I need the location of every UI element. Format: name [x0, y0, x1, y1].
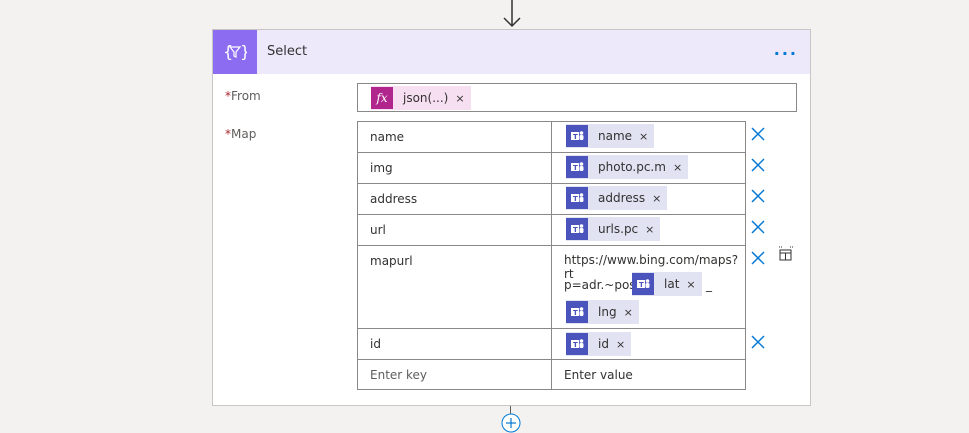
map-key-input[interactable]: id — [370, 337, 381, 351]
token-remove-icon[interactable]: × — [649, 192, 667, 205]
token-remove-icon[interactable]: × — [683, 278, 701, 291]
teams-icon: T — [566, 156, 588, 178]
token-remove-icon[interactable]: × — [636, 130, 654, 143]
svg-text:T: T — [573, 133, 578, 141]
map-key-input[interactable]: name — [370, 130, 404, 144]
teams-icon: T — [632, 273, 654, 295]
delete-row-icon[interactable] — [751, 158, 765, 172]
token-remove-icon[interactable]: × — [621, 306, 639, 319]
switch-to-text-mode-icon[interactable] — [778, 246, 794, 262]
more-options-button[interactable]: ··· — [774, 44, 798, 63]
svg-text:T: T — [639, 281, 644, 289]
select-action-card: { } Select ··· *From fx json(...) × *Map… — [212, 29, 811, 406]
svg-text:T: T — [573, 341, 578, 349]
teams-icon: T — [566, 187, 588, 209]
delete-row-icon[interactable] — [751, 127, 765, 141]
data-operation-icon: { } — [213, 30, 257, 74]
json-expression-token[interactable]: fx json(...) × — [371, 86, 471, 110]
teams-icon: T — [566, 301, 588, 323]
fx-icon: fx — [371, 87, 393, 109]
dynamic-content-token[interactable]: T urls.pc × — [566, 217, 661, 241]
svg-text:{: { — [223, 42, 233, 61]
token-remove-icon[interactable]: × — [670, 161, 688, 174]
dynamic-content-token[interactable]: T lng × — [566, 300, 639, 324]
connector-arrow-icon — [503, 0, 521, 28]
token-remove-icon[interactable]: × — [613, 338, 631, 351]
dynamic-content-token[interactable]: T id × — [566, 332, 632, 356]
svg-text:T: T — [573, 226, 578, 234]
svg-text:T: T — [573, 164, 578, 172]
teams-icon: T — [566, 218, 588, 240]
teams-icon: T — [566, 125, 588, 147]
svg-text:T: T — [573, 309, 578, 317]
map-label: *Map — [225, 127, 257, 141]
delete-row-icon[interactable] — [751, 335, 765, 349]
map-table: name img address url mapurl id Enter key… — [357, 121, 746, 390]
dynamic-content-token[interactable]: T lat × — [632, 272, 702, 296]
map-key-input[interactable]: address — [370, 192, 417, 206]
map-key-input[interactable]: img — [370, 161, 393, 175]
delete-row-icon[interactable] — [751, 251, 765, 265]
svg-text:}: } — [240, 42, 247, 61]
teams-icon: T — [566, 333, 588, 355]
token-remove-icon[interactable]: × — [452, 92, 470, 105]
new-key-input[interactable]: Enter key — [370, 368, 427, 382]
from-label: *From — [225, 89, 261, 103]
token-remove-icon[interactable]: × — [642, 223, 660, 236]
action-header[interactable]: { } Select ··· — [213, 30, 810, 74]
delete-row-icon[interactable] — [751, 189, 765, 203]
new-value-input[interactable]: Enter value — [564, 368, 633, 382]
mapurl-value-text[interactable]: p=adr.~pos. — [564, 278, 639, 292]
from-input[interactable]: fx json(...) × — [357, 83, 797, 112]
dynamic-content-token[interactable]: T photo.pc.m × — [566, 155, 689, 179]
add-step-plus-icon[interactable] — [501, 413, 521, 433]
dynamic-content-token[interactable]: T address × — [566, 186, 668, 210]
delete-row-icon[interactable] — [751, 220, 765, 234]
map-key-input[interactable]: mapurl — [370, 254, 413, 268]
mapurl-separator: _ — [706, 278, 712, 292]
map-key-input[interactable]: url — [370, 223, 386, 237]
svg-text:T: T — [573, 195, 578, 203]
action-title[interactable]: Select — [267, 44, 307, 59]
dynamic-content-token[interactable]: T name × — [566, 124, 655, 148]
